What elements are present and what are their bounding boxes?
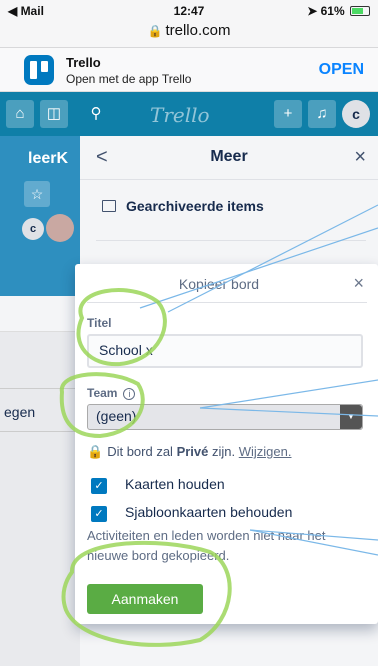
trello-logo[interactable]: Trello bbox=[150, 103, 210, 127]
url-text: trello.com bbox=[165, 22, 231, 39]
divider bbox=[96, 240, 366, 241]
boards-icon[interactable]: ◫ bbox=[40, 100, 68, 128]
avatar[interactable]: c bbox=[342, 100, 370, 128]
popover-title: Kopieer bord bbox=[178, 276, 260, 292]
more-panel-header: < Meer × bbox=[80, 136, 378, 180]
bell-icon[interactable]: ♫ bbox=[308, 100, 336, 128]
keep-cards-label: Kaarten houden bbox=[125, 476, 225, 492]
divider bbox=[87, 302, 367, 303]
app-subtitle: Open met de app Trello bbox=[66, 72, 192, 86]
archived-items-link[interactable]: Gearchiveerde items bbox=[102, 198, 264, 214]
close-icon[interactable]: × bbox=[353, 273, 364, 294]
lock-icon: 🔒 bbox=[147, 24, 163, 38]
member-photo-avatar[interactable] bbox=[46, 214, 74, 242]
team-label-row: Team i bbox=[87, 386, 136, 400]
board-strip bbox=[0, 296, 80, 332]
battery-percent: 61% bbox=[320, 4, 345, 18]
keep-cards-checkbox[interactable]: ✓ bbox=[91, 478, 107, 494]
search-icon[interactable]: ⚲ bbox=[82, 100, 110, 128]
close-icon[interactable]: × bbox=[354, 146, 366, 169]
battery-status: ➤ 61% bbox=[307, 4, 370, 18]
archived-items-label: Gearchiveerde items bbox=[126, 198, 264, 214]
team-select-value: (geen) bbox=[96, 408, 137, 424]
trello-header: ⌂ ◫ ⚲ Trello + ♫ c bbox=[0, 92, 378, 136]
privacy-line: 🔒 Dit bord zal Privé zijn. Wijzigen. bbox=[87, 444, 292, 460]
team-label: Team bbox=[87, 386, 118, 400]
status-bar: ◀ Mail 12:47 ➤ 61% bbox=[0, 0, 378, 22]
team-select[interactable]: (geen) ▼ bbox=[87, 404, 363, 430]
create-button[interactable]: Aanmaken bbox=[87, 584, 203, 614]
change-privacy-link[interactable]: Wijzigen. bbox=[239, 444, 292, 459]
board-title-input[interactable]: School x bbox=[87, 334, 363, 368]
url-bar[interactable]: 🔒 trello.com bbox=[0, 22, 378, 48]
location-arrow-icon: ➤ bbox=[307, 4, 318, 18]
plus-icon[interactable]: + bbox=[274, 100, 302, 128]
trello-app-icon bbox=[24, 55, 54, 85]
keep-templates-label: Sjabloonkaarten behouden bbox=[125, 504, 293, 520]
privacy-prefix: Dit bord zal bbox=[107, 444, 173, 459]
more-panel-title: Meer bbox=[210, 148, 248, 165]
open-app-button[interactable]: OPEN bbox=[319, 61, 364, 79]
app-banner: Trello Open met de app Trello OPEN bbox=[0, 48, 378, 92]
battery-icon bbox=[350, 6, 370, 16]
title-label: Titel bbox=[87, 316, 112, 330]
lock-icon: 🔒 bbox=[87, 444, 104, 459]
star-icon[interactable]: ☆ bbox=[24, 181, 50, 207]
board-side-label: egen bbox=[4, 404, 36, 420]
board-title[interactable]: leerK bbox=[28, 150, 68, 168]
copy-board-popover: Kopieer bord × Titel School x Team i (gee… bbox=[75, 264, 378, 624]
chevron-down-icon: ▼ bbox=[340, 405, 362, 429]
keep-templates-checkbox[interactable]: ✓ bbox=[91, 506, 107, 522]
archive-icon bbox=[102, 200, 116, 212]
member-avatar[interactable]: c bbox=[22, 218, 44, 240]
copy-note: Activiteiten en leden worden niet naar h… bbox=[87, 528, 326, 563]
privacy-level: Privé bbox=[176, 444, 209, 459]
home-icon[interactable]: ⌂ bbox=[6, 100, 34, 128]
app-name: Trello bbox=[66, 55, 101, 70]
privacy-suffix: zijn. bbox=[212, 444, 236, 459]
info-icon[interactable]: i bbox=[123, 388, 136, 400]
